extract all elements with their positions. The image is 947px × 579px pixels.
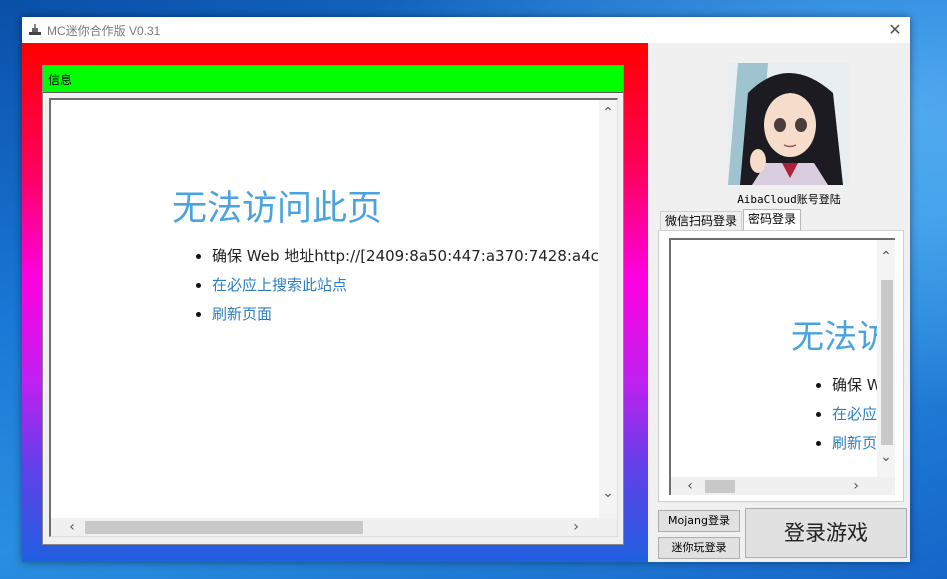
tab-panel: 无法访 确保 W 在必应 刷新页 ⌃ ⌄ ‹ › <box>658 230 904 502</box>
vertical-scrollbar[interactable]: ⌃ ⌄ <box>599 100 617 520</box>
inner-suggestion-check: 确保 W <box>816 374 882 403</box>
info-header: 信息 <box>43 66 623 93</box>
mojang-login-button[interactable]: Mojang登录 <box>658 510 740 532</box>
close-button[interactable]: ✕ <box>880 17 910 43</box>
inner-scroll-thumb-h[interactable] <box>705 480 735 493</box>
title-bar[interactable]: MC迷你合作版 V0.31 ✕ <box>22 17 910 44</box>
chevron-left-icon[interactable]: ‹ <box>65 520 79 534</box>
horizontal-scrollbar[interactable]: ‹ › <box>51 518 617 536</box>
chevron-down-icon[interactable]: ⌄ <box>879 450 893 464</box>
anime-avatar-image <box>728 63 850 185</box>
chevron-right-icon[interactable]: › <box>849 479 863 493</box>
mini-login-button[interactable]: 迷你玩登录 <box>658 537 740 559</box>
account-label: AibaCloud账号登陆 <box>737 193 841 206</box>
play-game-button[interactable]: 登录游戏 <box>745 508 907 558</box>
chevron-up-icon[interactable]: ⌃ <box>879 250 893 264</box>
chevron-up-icon[interactable]: ⌃ <box>601 106 615 120</box>
info-group: 信息 无法访问此页 确保 Web 地址http://[2409:8a50:447… <box>42 65 624 545</box>
chevron-right-icon[interactable]: › <box>569 520 583 534</box>
suggestion-search-bing[interactable]: 在必应上搜索此站点 <box>196 274 612 303</box>
tab-wechat-login[interactable]: 微信扫码登录 <box>660 211 743 231</box>
info-header-label: 信息 <box>48 73 73 87</box>
info-web-view[interactable]: 无法访问此页 确保 Web 地址http://[2409:8a50:447:a3… <box>49 98 618 537</box>
app-window: MC迷你合作版 V0.31 ✕ 信息 无法访问此页 确保 Web 地址http:… <box>22 17 910 562</box>
tab-password-login[interactable]: 密码登录 <box>743 209 802 231</box>
avatar <box>728 63 850 185</box>
inner-horizontal-scrollbar[interactable]: ‹ › <box>671 477 895 495</box>
right-panel: AibaCloud账号登陆 微信扫码登录 密码登录 无法访 确保 W 在必应 刷… <box>648 43 910 562</box>
window-title: MC迷你合作版 V0.31 <box>47 24 161 38</box>
error-suggestions: 确保 Web 地址http://[2409:8a50:447:a370:7428… <box>196 245 612 332</box>
scroll-thumb[interactable] <box>85 521 363 534</box>
suggestion-refresh[interactable]: 刷新页面 <box>196 303 612 332</box>
inner-suggestion-search[interactable]: 在必应 <box>816 403 882 432</box>
inner-suggestion-refresh[interactable]: 刷新页 <box>816 432 882 461</box>
error-title: 无法访问此页 <box>172 189 383 229</box>
inner-vertical-scrollbar[interactable]: ⌃ ⌄ <box>877 240 895 477</box>
inner-scroll-thumb-v[interactable] <box>881 280 893 445</box>
chevron-down-icon[interactable]: ⌄ <box>601 486 615 500</box>
inner-error-suggestions: 确保 W 在必应 刷新页 <box>816 374 882 461</box>
login-web-view[interactable]: 无法访 确保 W 在必应 刷新页 ⌃ ⌄ ‹ › <box>669 238 895 495</box>
suggestion-check-address: 确保 Web 地址http://[2409:8a50:447:a370:7428… <box>196 245 612 274</box>
inner-error-title: 无法访 <box>791 317 890 356</box>
chevron-left-icon[interactable]: ‹ <box>683 479 697 493</box>
left-panel: 信息 无法访问此页 确保 Web 地址http://[2409:8a50:447… <box>22 43 648 562</box>
app-icon <box>29 24 41 35</box>
